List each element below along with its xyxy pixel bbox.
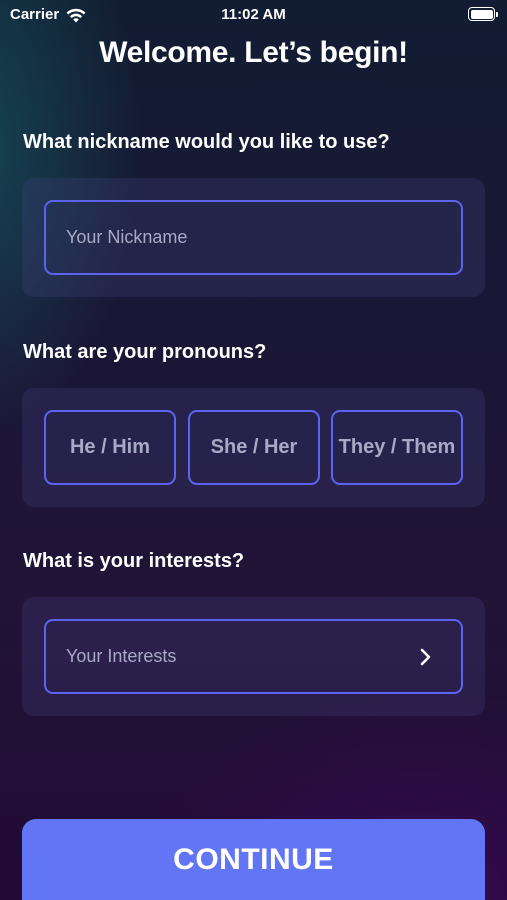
status-time: 11:02 AM — [221, 6, 286, 23]
page-title: Welcome. Let’s begin! — [99, 36, 408, 69]
chevron-right-icon — [420, 648, 431, 666]
battery-nub — [496, 11, 498, 17]
interests-card: Your Interests — [22, 597, 485, 716]
interests-placeholder: Your Interests — [66, 646, 177, 666]
nickname-card: Your Nickname — [22, 178, 485, 297]
interests-selector[interactable]: Your Interests — [44, 619, 463, 694]
pronoun-she-her-button[interactable]: She / Her — [188, 410, 320, 485]
nickname-input[interactable]: Your Nickname — [44, 200, 463, 275]
continue-button[interactable]: CONTINUE — [22, 819, 485, 900]
status-bar: Carrier 11:02 AM — [0, 0, 507, 30]
interests-question: What is your interests? — [23, 550, 245, 572]
battery-level — [470, 9, 493, 19]
pronouns-card: He / Him She / Her They / Them — [22, 388, 485, 507]
pronoun-they-them-button[interactable]: They / Them — [331, 410, 463, 485]
nickname-placeholder: Your Nickname — [66, 227, 188, 247]
pronouns-question: What are your pronouns? — [23, 341, 267, 363]
pronoun-he-him-button[interactable]: He / Him — [44, 410, 176, 485]
battery-icon — [468, 7, 498, 21]
nickname-question: What nickname would you like to use? — [23, 131, 390, 153]
